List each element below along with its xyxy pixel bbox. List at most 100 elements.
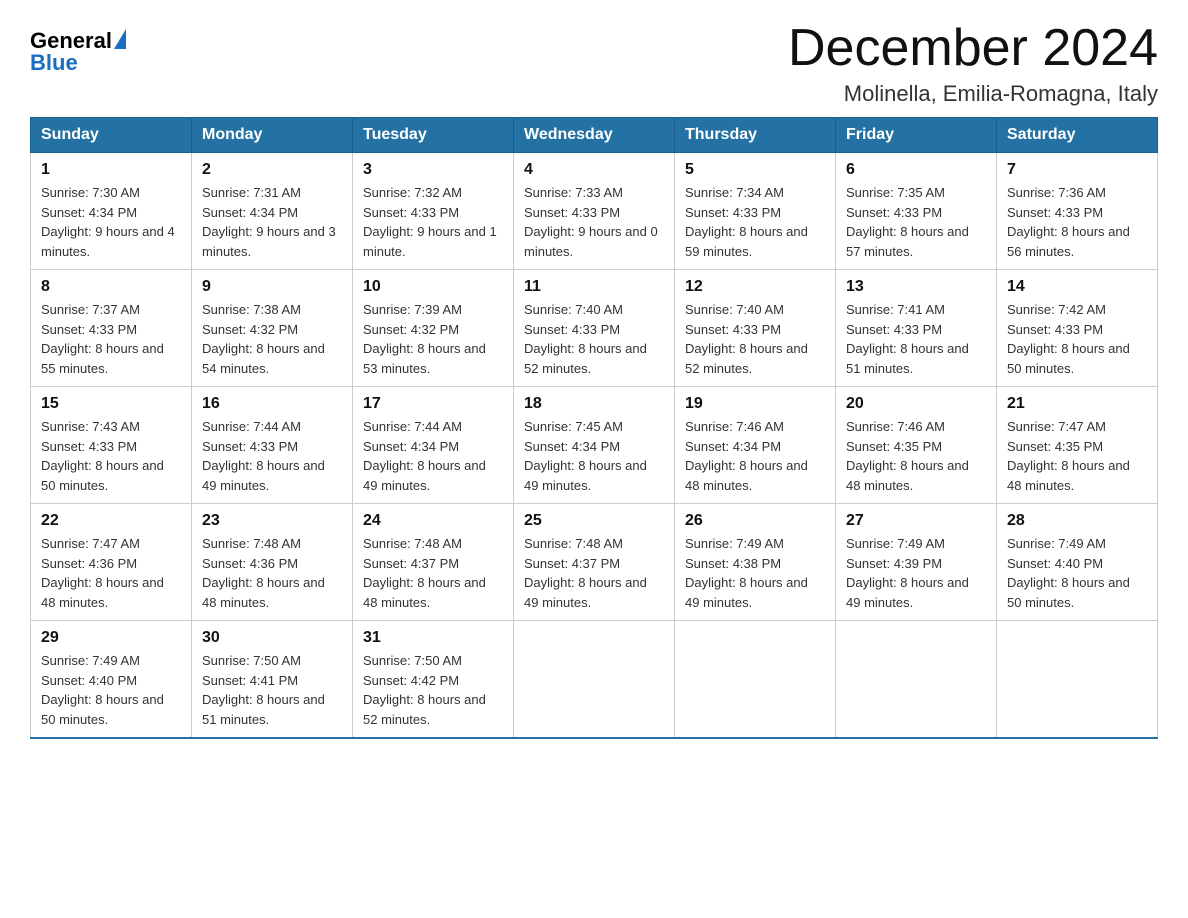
weekday-header-row: SundayMondayTuesdayWednesdayThursdayFrid… [31,118,1158,153]
day-cell: 28Sunrise: 7:49 AMSunset: 4:40 PMDayligh… [997,504,1158,621]
day-number: 31 [363,629,503,647]
day-info: Sunrise: 7:49 AMSunset: 4:39 PMDaylight:… [846,534,986,612]
day-number: 26 [685,512,825,530]
day-info: Sunrise: 7:44 AMSunset: 4:34 PMDaylight:… [363,417,503,495]
week-row-1: 1 Sunrise: 7:30 AMSunset: 4:34 PMDaylight… [31,153,1158,270]
day-cell: 21 Sunrise: 7:47 AMSunset: 4:35 PMDayligh… [997,387,1158,504]
weekday-header-wednesday: Wednesday [514,118,675,153]
title-block: December 2024 Molinella, Emilia-Romagna,… [788,20,1158,107]
day-info: Sunrise: 7:48 AMSunset: 4:37 PMDaylight:… [524,534,664,612]
day-number: 12 [685,278,825,296]
day-cell: 2Sunrise: 7:31 AMSunset: 4:34 PMDaylight… [192,153,353,270]
day-number: 6 [846,161,986,179]
day-cell: 7 Sunrise: 7:36 AMSunset: 4:33 PMDaylight… [997,153,1158,270]
day-cell: 13Sunrise: 7:41 AMSunset: 4:33 PMDayligh… [836,270,997,387]
day-cell: 12 Sunrise: 7:40 AMSunset: 4:33 PMDayligh… [675,270,836,387]
day-info: Sunrise: 7:40 AMSunset: 4:33 PMDaylight:… [524,300,664,378]
day-number: 4 [524,161,664,179]
day-number: 20 [846,395,986,413]
day-info: Sunrise: 7:47 AMSunset: 4:36 PMDaylight:… [41,534,181,612]
day-info: Sunrise: 7:32 AMSunset: 4:33 PMDaylight:… [363,183,503,261]
day-info: Sunrise: 7:36 AMSunset: 4:33 PMDaylight:… [1007,183,1147,261]
month-year-title: December 2024 [788,20,1158,77]
logo-triangle-icon [114,29,126,49]
day-number: 30 [202,629,342,647]
day-info: Sunrise: 7:46 AMSunset: 4:35 PMDaylight:… [846,417,986,495]
day-info: Sunrise: 7:47 AMSunset: 4:35 PMDaylight:… [1007,417,1147,495]
day-number: 17 [363,395,503,413]
day-number: 18 [524,395,664,413]
day-number: 7 [1007,161,1147,179]
calendar-table: SundayMondayTuesdayWednesdayThursdayFrid… [30,117,1158,739]
day-number: 3 [363,161,503,179]
day-cell: 10 Sunrise: 7:39 AMSunset: 4:32 PMDayligh… [353,270,514,387]
day-cell: 20 Sunrise: 7:46 AMSunset: 4:35 PMDayligh… [836,387,997,504]
week-row-3: 15 Sunrise: 7:43 AMSunset: 4:33 PMDayligh… [31,387,1158,504]
day-cell: 9 Sunrise: 7:38 AMSunset: 4:32 PMDaylight… [192,270,353,387]
day-info: Sunrise: 7:39 AMSunset: 4:32 PMDaylight:… [363,300,503,378]
day-cell: 16Sunrise: 7:44 AMSunset: 4:33 PMDayligh… [192,387,353,504]
day-info: Sunrise: 7:30 AMSunset: 4:34 PMDaylight:… [41,183,181,261]
day-info: Sunrise: 7:40 AMSunset: 4:33 PMDaylight:… [685,300,825,378]
day-cell: 30 Sunrise: 7:50 AMSunset: 4:41 PMDayligh… [192,621,353,739]
day-number: 8 [41,278,181,296]
day-number: 14 [1007,278,1147,296]
day-info: Sunrise: 7:42 AMSunset: 4:33 PMDaylight:… [1007,300,1147,378]
day-number: 27 [846,512,986,530]
weekday-header-sunday: Sunday [31,118,192,153]
logo-blue: Blue [30,52,126,74]
day-cell: 11 Sunrise: 7:40 AMSunset: 4:33 PMDayligh… [514,270,675,387]
day-info: Sunrise: 7:44 AMSunset: 4:33 PMDaylight:… [202,417,342,495]
day-info: Sunrise: 7:49 AMSunset: 4:38 PMDaylight:… [685,534,825,612]
day-cell: 18 Sunrise: 7:45 AMSunset: 4:34 PMDayligh… [514,387,675,504]
week-row-4: 22 Sunrise: 7:47 AMSunset: 4:36 PMDayligh… [31,504,1158,621]
weekday-header-tuesday: Tuesday [353,118,514,153]
logo-general: General [30,30,112,52]
day-info: Sunrise: 7:49 AMSunset: 4:40 PMDaylight:… [1007,534,1147,612]
day-info: Sunrise: 7:34 AMSunset: 4:33 PMDaylight:… [685,183,825,261]
weekday-header-monday: Monday [192,118,353,153]
weekday-header-saturday: Saturday [997,118,1158,153]
weekday-header-friday: Friday [836,118,997,153]
day-info: Sunrise: 7:49 AMSunset: 4:40 PMDaylight:… [41,651,181,729]
day-cell: 5 Sunrise: 7:34 AMSunset: 4:33 PMDaylight… [675,153,836,270]
day-number: 15 [41,395,181,413]
day-info: Sunrise: 7:45 AMSunset: 4:34 PMDaylight:… [524,417,664,495]
day-cell: 29Sunrise: 7:49 AMSunset: 4:40 PMDayligh… [31,621,192,739]
day-info: Sunrise: 7:38 AMSunset: 4:32 PMDaylight:… [202,300,342,378]
day-number: 22 [41,512,181,530]
day-number: 2 [202,161,342,179]
logo: General Blue [30,30,126,74]
day-cell: 19Sunrise: 7:46 AMSunset: 4:34 PMDayligh… [675,387,836,504]
day-number: 21 [1007,395,1147,413]
day-cell: 24Sunrise: 7:48 AMSunset: 4:37 PMDayligh… [353,504,514,621]
page-header: General Blue December 2024 Molinella, Em… [30,20,1158,107]
day-number: 9 [202,278,342,296]
day-number: 1 [41,161,181,179]
day-cell: 3 Sunrise: 7:32 AMSunset: 4:33 PMDaylight… [353,153,514,270]
location-title: Molinella, Emilia-Romagna, Italy [788,81,1158,107]
day-number: 19 [685,395,825,413]
day-cell: 26 Sunrise: 7:49 AMSunset: 4:38 PMDayligh… [675,504,836,621]
day-number: 23 [202,512,342,530]
day-info: Sunrise: 7:41 AMSunset: 4:33 PMDaylight:… [846,300,986,378]
day-cell: 6Sunrise: 7:35 AMSunset: 4:33 PMDaylight… [836,153,997,270]
day-number: 24 [363,512,503,530]
day-cell [514,621,675,739]
day-cell: 15 Sunrise: 7:43 AMSunset: 4:33 PMDayligh… [31,387,192,504]
week-row-5: 29Sunrise: 7:49 AMSunset: 4:40 PMDayligh… [31,621,1158,739]
day-info: Sunrise: 7:50 AMSunset: 4:42 PMDaylight:… [363,651,503,729]
day-number: 5 [685,161,825,179]
day-info: Sunrise: 7:43 AMSunset: 4:33 PMDaylight:… [41,417,181,495]
day-cell: 23Sunrise: 7:48 AMSunset: 4:36 PMDayligh… [192,504,353,621]
day-cell: 1 Sunrise: 7:30 AMSunset: 4:34 PMDaylight… [31,153,192,270]
day-number: 10 [363,278,503,296]
day-number: 25 [524,512,664,530]
day-info: Sunrise: 7:50 AMSunset: 4:41 PMDaylight:… [202,651,342,729]
day-cell: 17 Sunrise: 7:44 AMSunset: 4:34 PMDayligh… [353,387,514,504]
day-cell [675,621,836,739]
day-cell: 25 Sunrise: 7:48 AMSunset: 4:37 PMDayligh… [514,504,675,621]
day-info: Sunrise: 7:37 AMSunset: 4:33 PMDaylight:… [41,300,181,378]
day-cell: 27 Sunrise: 7:49 AMSunset: 4:39 PMDayligh… [836,504,997,621]
day-number: 11 [524,278,664,296]
